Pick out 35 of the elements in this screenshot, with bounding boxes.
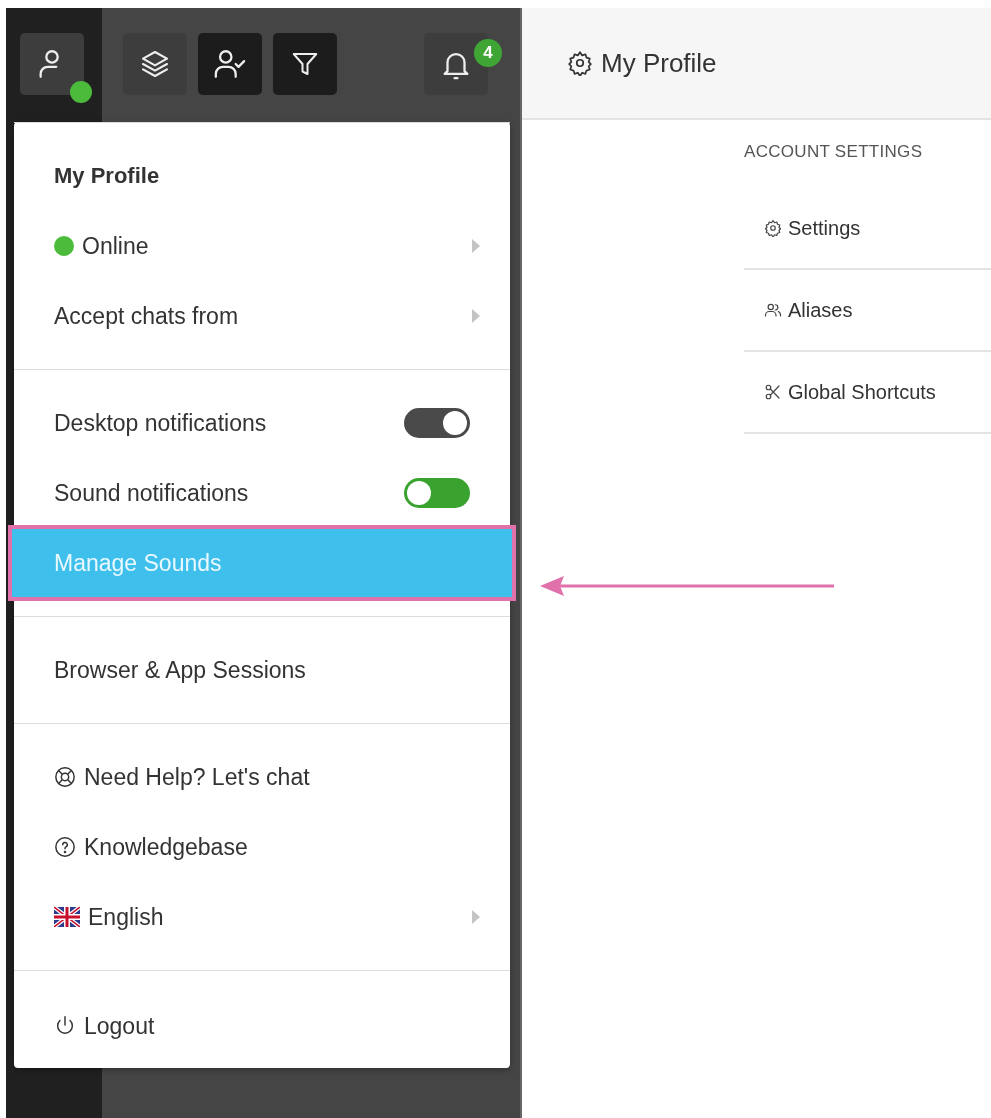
menu-item[interactable]: Browser & App Sessions	[14, 635, 510, 705]
menu-item[interactable]: Online	[14, 211, 510, 281]
profile-button[interactable]	[20, 33, 84, 95]
chevron-right-icon	[472, 309, 480, 323]
status-dot	[70, 81, 92, 103]
menu-heading: My Profile	[53, 162, 161, 190]
section-heading: ACCOUNT SETTINGS	[744, 142, 924, 163]
menu-item[interactable]: Logout	[14, 991, 510, 1061]
flag-icon	[54, 907, 80, 927]
settings-link[interactable]: Global Shortcuts	[744, 352, 991, 434]
settings-icon	[764, 219, 782, 237]
chevron-right-icon	[472, 239, 480, 253]
menu-item[interactable]: Accept chats from	[14, 281, 510, 351]
layers-icon	[139, 48, 171, 80]
settings-icon	[567, 50, 593, 76]
menu-label: Sound notifications	[54, 479, 250, 507]
scissors-icon	[764, 383, 782, 401]
menu-item[interactable]: Knowledgebase	[14, 812, 510, 882]
settings-link[interactable]: Settings	[744, 188, 991, 270]
filter-button[interactable]	[273, 33, 337, 95]
toggle-switch[interactable]	[404, 478, 470, 508]
menu-item[interactable]: Need Help? Let's chat	[14, 742, 510, 812]
user-check-icon	[213, 47, 247, 81]
settings-link[interactable]: Aliases	[744, 270, 991, 352]
chevron-right-icon	[472, 910, 480, 924]
menu-label: Desktop notifications	[54, 409, 268, 437]
help-icon	[54, 836, 76, 858]
lifebuoy-icon	[54, 766, 76, 788]
page-title: My Profile	[601, 47, 717, 79]
user-check-button[interactable]	[198, 33, 262, 95]
people-icon	[764, 301, 782, 319]
notification-badge: 4	[474, 39, 502, 67]
menu-item[interactable]: English	[14, 882, 510, 952]
toggle-switch[interactable]	[404, 408, 470, 438]
layers-button[interactable]	[123, 33, 187, 95]
